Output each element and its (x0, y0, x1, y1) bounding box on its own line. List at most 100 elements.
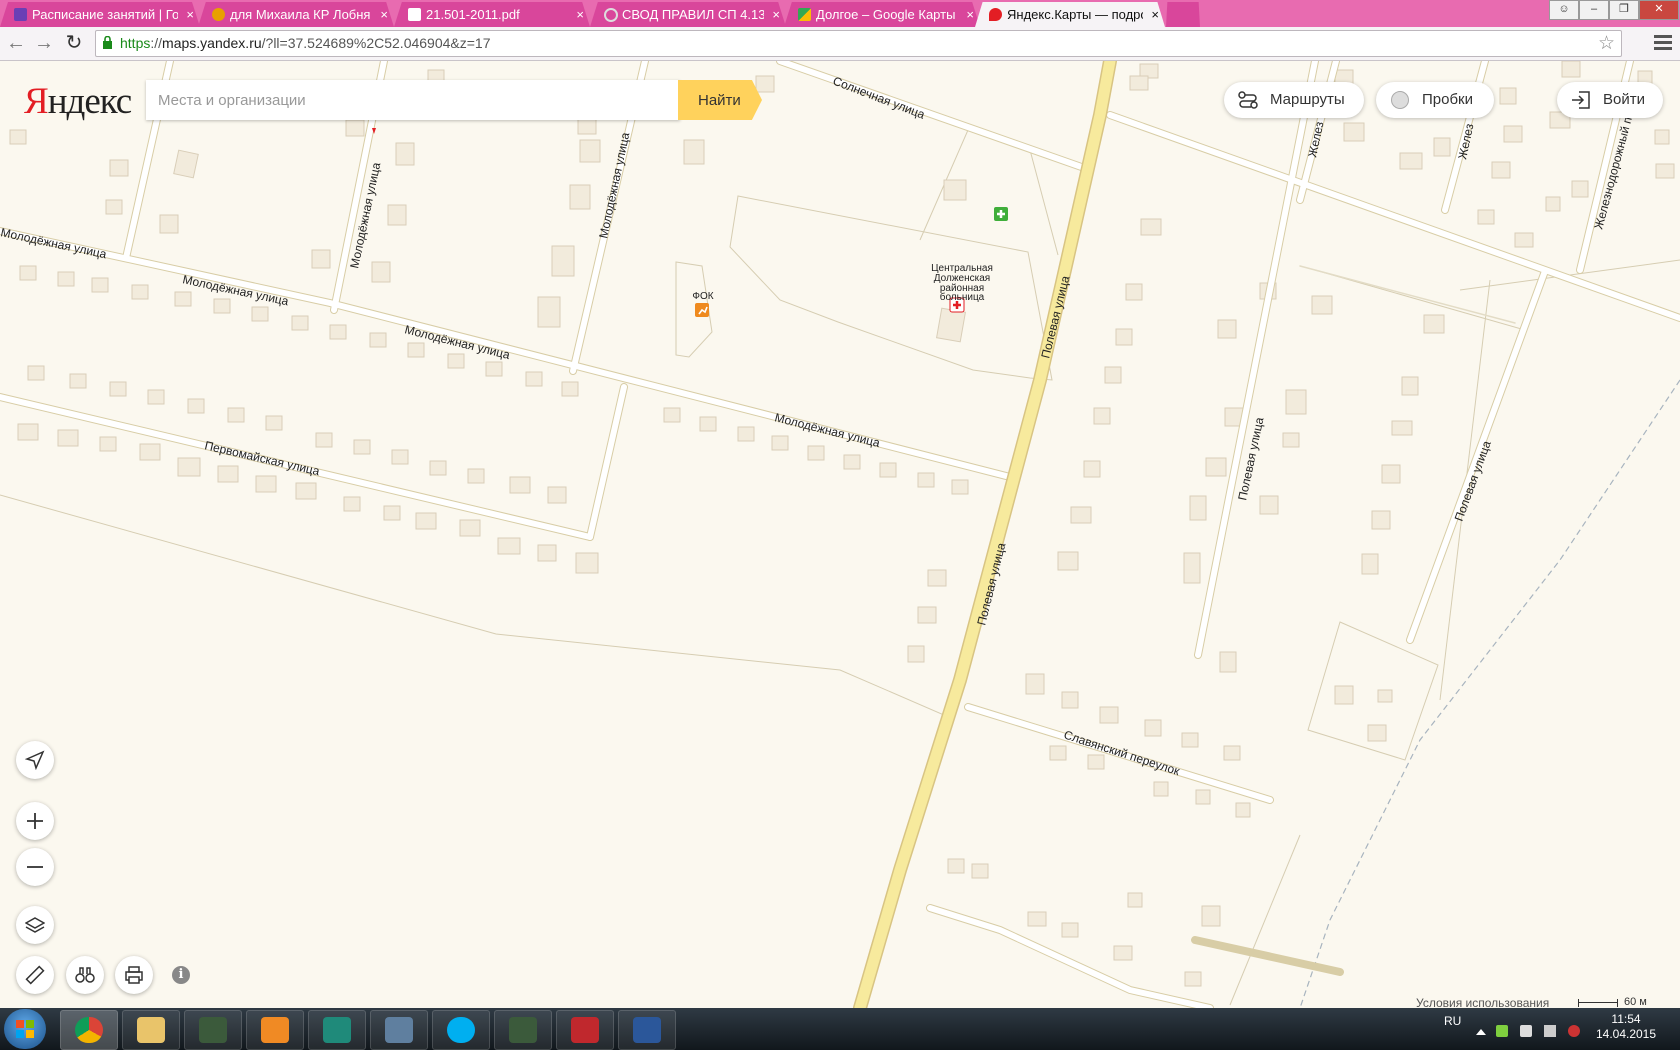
taskbar-archicad-2[interactable] (494, 1010, 552, 1050)
tray-network-icon[interactable] (1496, 1025, 1508, 1037)
tray-volume-muted-icon[interactable] (1568, 1025, 1580, 1037)
tab-google-maps[interactable]: Долгое – Google Карты × (784, 2, 980, 27)
bookmark-star-icon[interactable]: ☆ (1598, 32, 1615, 55)
tab-title: СВОД ПРАВИЛ СП 4.1313 (622, 7, 764, 22)
ruler-button[interactable] (16, 956, 54, 994)
routes-label: Маршруты (1270, 91, 1345, 108)
tray-flag-icon[interactable] (1544, 1025, 1556, 1037)
street-label-molodezhnaya-4: Молодёжная улица (773, 410, 881, 450)
street-label-polevaya-1: Полевая улица (1038, 274, 1072, 360)
street-label-polevaya-4: Полевая улица (1452, 439, 1494, 523)
google-maps-icon (798, 8, 811, 21)
ruler-icon (25, 965, 45, 985)
user-icon[interactable]: ☺ (1549, 0, 1579, 20)
tab-title: Долгое – Google Карты (816, 7, 956, 22)
browser-toolbar: ← → ↻ https://maps.yandex.ru/?ll=37.5246… (0, 27, 1680, 61)
taskbar-autocad-a[interactable] (308, 1010, 366, 1050)
back-arrow-icon[interactable]: ← (4, 31, 28, 55)
layers-button[interactable] (16, 906, 54, 944)
word-icon (633, 1017, 661, 1043)
taskbar-app[interactable] (370, 1010, 428, 1050)
tab-pdf[interactable]: 21.501-2011.pdf × (394, 2, 590, 27)
tab-close-icon[interactable]: × (380, 2, 388, 27)
url-text: https://maps.yandex.ru/?ll=37.524689%2C5… (120, 31, 491, 56)
taskbar-archicad[interactable] (184, 1010, 242, 1050)
zoom-out-button[interactable] (16, 848, 54, 886)
tab-close-icon[interactable]: × (186, 2, 194, 27)
minus-icon (27, 866, 43, 868)
address-bar[interactable]: https://maps.yandex.ru/?ll=37.524689%2C5… (95, 30, 1622, 57)
taskbar-skype[interactable] (432, 1010, 490, 1050)
geolocation-button[interactable] (16, 741, 54, 779)
taskbar-word[interactable] (618, 1010, 676, 1050)
minor-roads (0, 61, 1680, 1008)
printer-icon (125, 966, 143, 984)
search-button[interactable]: Найти (678, 80, 762, 120)
scale-bar (1578, 999, 1618, 1007)
taskbar (0, 1008, 1680, 1050)
tab-lobnya[interactable]: для Михаила КР Лобня - × (198, 2, 394, 27)
street-label-zhelez-2: Желез (1455, 122, 1476, 161)
pharmacy-icon (994, 207, 1008, 221)
reload-icon[interactable]: ↻ (62, 31, 86, 55)
routes-button[interactable]: Маршруты (1224, 82, 1364, 118)
browser-tab-strip: Расписание занятий | Гос × для Михаила К… (0, 0, 1680, 27)
street-label-solnechnaya: Солнечная улица (831, 74, 927, 122)
browser-menu-icon[interactable] (1654, 32, 1672, 52)
plus-icon (27, 813, 43, 829)
location-arrow-icon (25, 750, 45, 770)
street-label-zhelez-1: Желез (1305, 120, 1326, 159)
tray-language[interactable]: RU (1444, 1014, 1461, 1028)
minimize-button[interactable]: – (1579, 0, 1609, 20)
tab-title: 21.501-2011.pdf (426, 7, 520, 22)
logo-first-letter: Я (24, 81, 49, 122)
street-label-slavyansky: Славянский переулок (1062, 728, 1182, 779)
start-button[interactable] (4, 1009, 46, 1049)
tab-close-icon[interactable]: × (772, 2, 780, 27)
tray-clock[interactable]: 11:54 14.04.2015 (1590, 1012, 1662, 1042)
taskbar-explorer[interactable] (122, 1010, 180, 1050)
restore-button[interactable]: ❐ (1609, 0, 1639, 20)
map-canvas[interactable]: Солнечная улица Молодёжная улица Молодёж… (0, 61, 1680, 1008)
info-icon[interactable]: i (172, 966, 190, 984)
poi-label-hospital-line4: больница (940, 291, 985, 303)
tab-yandex-maps[interactable]: Яндекс.Карты — подробн × (975, 2, 1165, 27)
skype-icon (447, 1017, 475, 1043)
tray-expand-icon[interactable] (1476, 1029, 1486, 1035)
login-label: Войти (1603, 91, 1645, 108)
login-button[interactable]: Войти (1557, 82, 1663, 118)
traffic-light-icon (1391, 91, 1409, 109)
layers-icon (25, 917, 45, 933)
media-player-icon (261, 1017, 289, 1043)
tray-battery-icon[interactable] (1520, 1025, 1532, 1037)
taskbar-media-player[interactable] (246, 1010, 304, 1050)
close-window-button[interactable]: ✕ (1639, 0, 1679, 20)
search-input[interactable] (146, 80, 678, 120)
url-path: /?ll=37.524689%2C52.046904&z=17 (261, 35, 491, 51)
tab-close-icon[interactable]: × (576, 2, 584, 27)
tab-close-icon[interactable]: × (1151, 2, 1159, 27)
buildings (9, 61, 1675, 987)
taskbar-autocad[interactable] (556, 1010, 614, 1050)
panorama-button[interactable] (66, 956, 104, 994)
app-icon (323, 1017, 351, 1043)
sports-icon (695, 303, 709, 317)
traffic-label: Пробки (1422, 91, 1473, 108)
tab-schedule[interactable]: Расписание занятий | Гос × (0, 2, 200, 27)
document-icon (408, 8, 421, 21)
zoom-in-button[interactable] (16, 802, 54, 840)
new-tab-button[interactable] (1166, 2, 1200, 27)
taskbar-chrome[interactable] (60, 1010, 118, 1050)
url-scheme: https (120, 35, 151, 51)
print-button[interactable] (115, 956, 153, 994)
map-pin-icon (989, 8, 1002, 21)
traffic-button[interactable]: Пробки (1376, 82, 1494, 118)
tab-close-icon[interactable]: × (966, 2, 974, 27)
forward-arrow-icon[interactable]: → (32, 31, 56, 55)
tab-svod-pravil[interactable]: СВОД ПРАВИЛ СП 4.1313 × (590, 2, 786, 27)
autocad-icon (571, 1017, 599, 1043)
url-separator: :// (150, 35, 163, 51)
yandex-logo[interactable]: Яндекс (24, 80, 132, 123)
street-label-molodezhnaya-1: Молодёжная улица (0, 225, 108, 261)
land-outlines (0, 129, 1680, 1006)
